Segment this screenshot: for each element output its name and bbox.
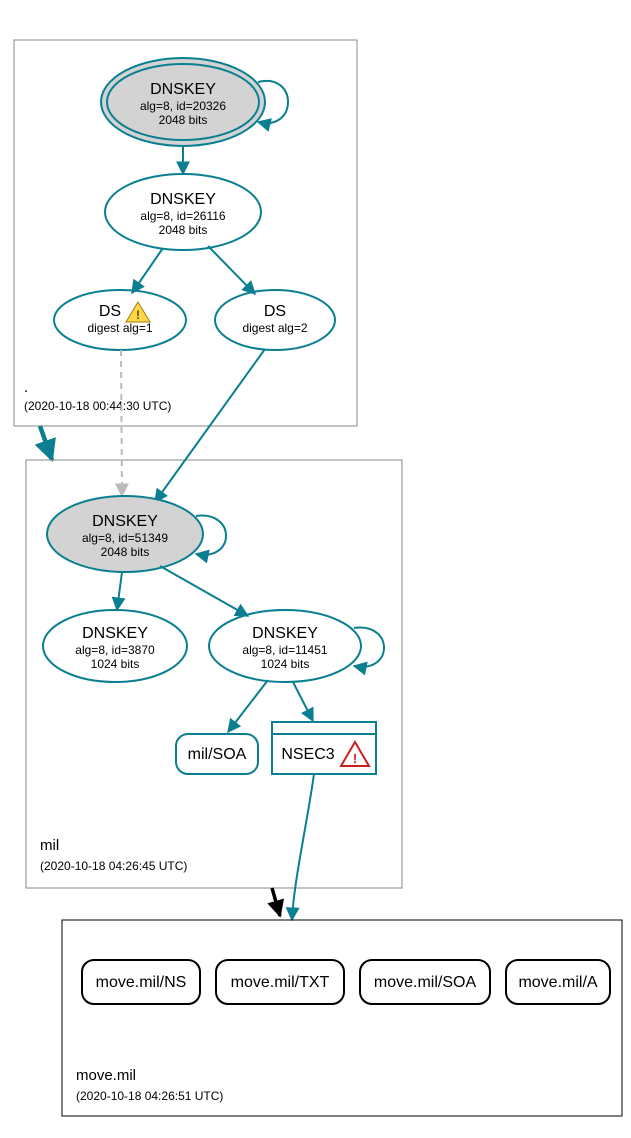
svg-text:digest alg=1: digest alg=1 [87,321,152,335]
svg-text:move.mil/TXT: move.mil/TXT [231,974,330,991]
svg-text:digest alg=2: digest alg=2 [242,321,307,335]
svg-text:!: ! [353,751,357,766]
svg-text:DNSKEY: DNSKEY [252,625,318,642]
edge-zone-root-to-mil [40,426,52,460]
svg-text:mil/SOA: mil/SOA [188,746,247,763]
edge-zone-mil-to-move [272,888,280,916]
svg-text:2048 bits: 2048 bits [159,113,208,127]
node-move-soa: move.mil/SOA [360,960,490,1004]
edge-zsk-to-ds1 [132,248,163,293]
node-ds-alg2: DS digest alg=2 [215,290,335,350]
edge-zsk2-to-nsec3 [293,682,313,721]
svg-text:DS: DS [99,303,121,320]
zone-mil-label: mil [40,837,59,854]
zone-move-label: move.mil [76,1067,136,1084]
edge-zsk-to-ds2 [208,246,255,294]
svg-text:alg=8, id=26116: alg=8, id=26116 [140,209,226,223]
node-ds-alg1: DS digest alg=1 ! [54,290,186,350]
svg-text:move.mil/NS: move.mil/NS [96,974,187,991]
svg-text:DS: DS [264,303,286,320]
node-mil-zsk1: DNSKEY alg=8, id=3870 1024 bits [43,610,187,682]
svg-text:2048 bits: 2048 bits [159,223,208,237]
node-mil-ksk: DNSKEY alg=8, id=51349 2048 bits [47,496,203,572]
zone-move-box [62,920,622,1116]
svg-text:move.mil/A: move.mil/A [518,974,597,991]
edge-nsec3-to-move [292,774,314,920]
svg-text:!: ! [136,308,140,322]
svg-text:DNSKEY: DNSKEY [92,513,158,530]
dnssec-graph: . (2020-10-18 00:44:30 UTC) DNSKEY alg=8… [0,0,631,1138]
svg-text:move.mil/SOA: move.mil/SOA [374,974,477,991]
edge-milksk-to-zsk1 [117,572,122,610]
node-nsec3: NSEC3 ! [272,722,376,774]
node-mil-soa: mil/SOA [176,734,258,774]
svg-text:alg=8, id=20326: alg=8, id=20326 [140,99,226,113]
zone-root-label: . [24,379,28,396]
node-move-ns: move.mil/NS [82,960,200,1004]
zone-root-time: (2020-10-18 00:44:30 UTC) [24,399,171,413]
node-mil-zsk2: DNSKEY alg=8, id=11451 1024 bits [209,610,361,682]
node-move-a: move.mil/A [506,960,610,1004]
edge-ds1-to-milksk [121,350,122,496]
zone-mil-time: (2020-10-18 04:26:45 UTC) [40,859,187,873]
svg-text:NSEC3: NSEC3 [281,746,334,763]
svg-text:1024 bits: 1024 bits [91,657,140,671]
zone-move-time: (2020-10-18 04:26:51 UTC) [76,1089,223,1103]
svg-text:1024 bits: 1024 bits [261,657,310,671]
edge-milksk-to-zsk2 [160,566,248,616]
svg-text:DNSKEY: DNSKEY [82,625,148,642]
edge-zsk2-to-soa [228,680,268,732]
svg-text:DNSKEY: DNSKEY [150,191,216,208]
node-root-ksk: DNSKEY alg=8, id=20326 2048 bits [101,58,265,146]
node-move-txt: move.mil/TXT [216,960,344,1004]
svg-text:alg=8, id=51349: alg=8, id=51349 [82,531,168,545]
node-root-zsk: DNSKEY alg=8, id=26116 2048 bits [105,174,261,250]
svg-text:alg=8, id=11451: alg=8, id=11451 [242,643,328,657]
svg-text:2048 bits: 2048 bits [101,545,150,559]
svg-text:DNSKEY: DNSKEY [150,81,216,98]
svg-text:alg=8, id=3870: alg=8, id=3870 [75,643,155,657]
